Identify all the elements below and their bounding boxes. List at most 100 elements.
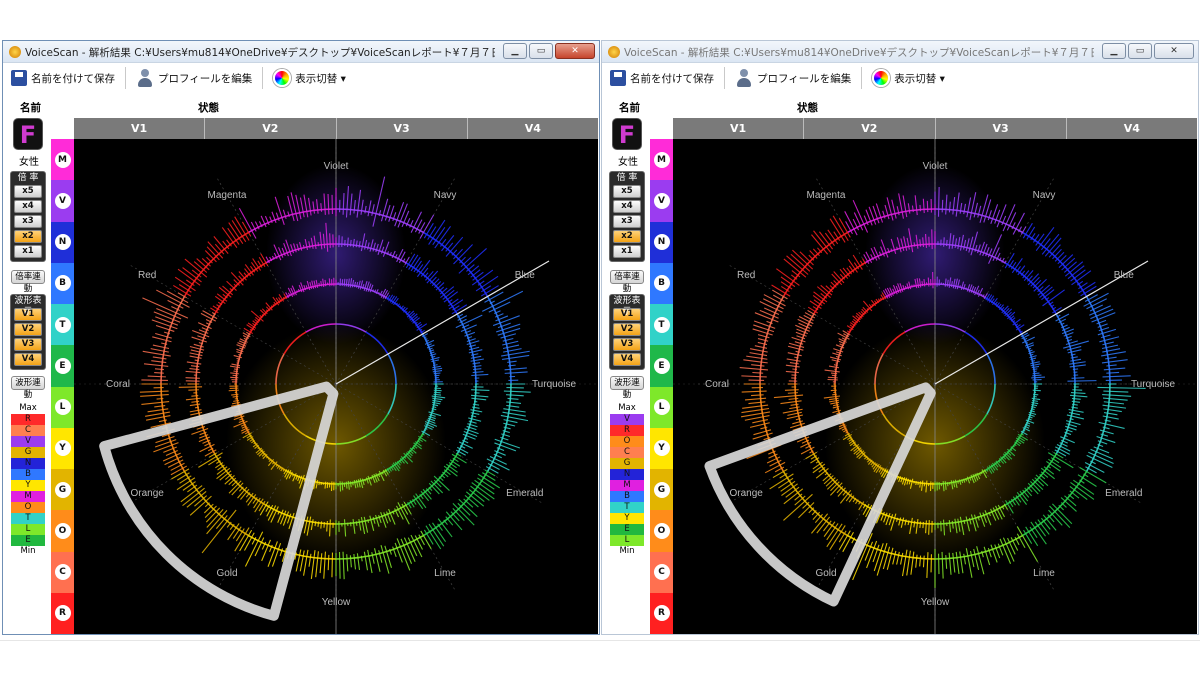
- waveform-spike: [752, 371, 764, 374]
- close-button[interactable]: ✕: [1154, 43, 1194, 59]
- save-as-button[interactable]: 名前を付けて保存: [11, 70, 115, 86]
- waveform-spike: [377, 292, 380, 295]
- color-column-cell[interactable]: N: [51, 221, 74, 263]
- waveform-button[interactable]: V2: [14, 323, 42, 336]
- waveform-spike: [141, 400, 170, 406]
- wheel-color-label: Yellow: [921, 597, 950, 608]
- v-tab-bar: V1 V2 V3 V4: [74, 118, 598, 139]
- waveform-button[interactable]: V3: [613, 338, 641, 351]
- v-tab-v3[interactable]: V3: [936, 118, 1067, 139]
- color-column-cell[interactable]: C: [51, 551, 74, 593]
- waveform-spike: [497, 327, 521, 336]
- magnification-button[interactable]: x2: [14, 230, 42, 243]
- waveform-spike: [502, 411, 526, 417]
- link-waveform-button[interactable]: 波形連動: [11, 376, 45, 400]
- waveform-spike: [431, 410, 435, 412]
- save-as-label: 名前を付けて保存: [31, 72, 115, 85]
- waveform-spike: [432, 365, 441, 369]
- v-tab-v3[interactable]: V3: [337, 118, 468, 139]
- v-tab-v2[interactable]: V2: [804, 118, 936, 139]
- color-column-cell[interactable]: G: [51, 469, 74, 511]
- v-tab-v4[interactable]: V4: [1067, 118, 1197, 139]
- magnification-button[interactable]: x4: [613, 200, 641, 213]
- wheel-color-label: Violet: [923, 161, 948, 172]
- color-column-cell[interactable]: E: [51, 345, 74, 387]
- magnification-button[interactable]: x4: [14, 200, 42, 213]
- color-column-cell[interactable]: R: [650, 592, 673, 634]
- color-column-cell[interactable]: R: [51, 592, 74, 634]
- color-column-cell[interactable]: Y: [51, 427, 74, 469]
- wheel-color-label: Violet: [324, 161, 349, 172]
- color-column-cell[interactable]: L: [51, 386, 74, 428]
- color-column-cell[interactable]: G: [650, 469, 673, 511]
- close-button[interactable]: ✕: [555, 43, 595, 59]
- edit-profile-label: プロフィールを編集: [757, 72, 852, 85]
- color-column-cell[interactable]: Y: [650, 427, 673, 469]
- waveform-button[interactable]: V2: [613, 323, 641, 336]
- waveform-spike: [190, 365, 200, 368]
- color-column-cell[interactable]: T: [51, 304, 74, 346]
- legend-item: O: [11, 502, 45, 513]
- magnification-button[interactable]: x5: [14, 185, 42, 198]
- color-column-cell[interactable]: T: [650, 304, 673, 346]
- color-column-cell[interactable]: C: [650, 551, 673, 593]
- v-tab-v4[interactable]: V4: [468, 118, 598, 139]
- color-column-cell[interactable]: V: [51, 180, 74, 222]
- color-column: M V N B T E L Y G O C R: [650, 139, 673, 634]
- waveform-button[interactable]: V3: [14, 338, 42, 351]
- waveform-spike: [790, 253, 811, 272]
- color-column-cell[interactable]: L: [650, 386, 673, 428]
- display-toggle-dropdown[interactable]: 表示切替 ▾: [273, 69, 346, 87]
- wheel-color-label: Emerald: [1105, 488, 1142, 499]
- color-column-cell[interactable]: E: [650, 345, 673, 387]
- edit-profile-button[interactable]: プロフィールを編集: [735, 68, 851, 88]
- maximize-button[interactable]: ▭: [529, 43, 553, 59]
- save-as-button[interactable]: 名前を付けて保存: [610, 70, 714, 86]
- v-tab-v1[interactable]: V1: [74, 118, 206, 139]
- title-bar[interactable]: VoiceScan - 解析結果 C:¥Users¥mu814¥OneDrive…: [3, 41, 599, 63]
- color-column-letter: L: [653, 399, 670, 416]
- waveform-spike: [453, 244, 473, 265]
- waveform-button[interactable]: V1: [14, 308, 42, 321]
- minimize-button[interactable]: ▁: [503, 43, 527, 59]
- waveform-spike: [338, 552, 341, 579]
- color-column-cell[interactable]: M: [51, 139, 74, 181]
- magnification-button[interactable]: x3: [613, 215, 641, 228]
- waveform-button[interactable]: V4: [613, 353, 641, 366]
- magnification-button[interactable]: x1: [14, 245, 42, 258]
- wheel-color-label: Magenta: [208, 190, 247, 201]
- magnification-button[interactable]: x3: [14, 215, 42, 228]
- waveform-button[interactable]: V1: [613, 308, 641, 321]
- display-toggle-dropdown[interactable]: 表示切替 ▾: [872, 69, 945, 87]
- magnification-button[interactable]: x2: [613, 230, 641, 243]
- color-column-cell[interactable]: B: [650, 262, 673, 304]
- v-tab-v2[interactable]: V2: [205, 118, 337, 139]
- waveform-spike: [508, 364, 516, 367]
- link-magnification-button[interactable]: 倍率連動: [11, 270, 45, 294]
- maximize-button[interactable]: ▭: [1128, 43, 1152, 59]
- waveform-spike: [331, 552, 334, 578]
- color-column-cell[interactable]: V: [650, 180, 673, 222]
- color-column-cell[interactable]: O: [650, 510, 673, 552]
- color-column-cell[interactable]: O: [51, 510, 74, 552]
- waveform-button[interactable]: V4: [14, 353, 42, 366]
- waveform-spike: [502, 337, 514, 342]
- waveform-spike: [941, 199, 944, 213]
- link-waveform-button[interactable]: 波形連動: [610, 376, 644, 400]
- magnification-button[interactable]: x5: [613, 185, 641, 198]
- waveform-spike: [839, 348, 842, 350]
- minimize-button[interactable]: ▁: [1102, 43, 1126, 59]
- color-column-cell[interactable]: N: [650, 221, 673, 263]
- magnification-button[interactable]: x1: [613, 245, 641, 258]
- waveform-spike: [1103, 408, 1122, 413]
- title-bar[interactable]: VoiceScan - 解析結果 C:¥Users¥mu814¥OneDrive…: [602, 41, 1198, 63]
- link-magnification-button[interactable]: 倍率連動: [610, 270, 644, 294]
- waveform-spike: [154, 405, 166, 408]
- edit-profile-button[interactable]: プロフィールを編集: [136, 68, 252, 88]
- gender-badge: F: [612, 118, 642, 150]
- color-column-cell[interactable]: B: [51, 262, 74, 304]
- color-column-cell[interactable]: M: [650, 139, 673, 181]
- waveform-spike: [506, 401, 522, 404]
- v-tab-v1[interactable]: V1: [673, 118, 805, 139]
- waveform-spike: [911, 284, 913, 288]
